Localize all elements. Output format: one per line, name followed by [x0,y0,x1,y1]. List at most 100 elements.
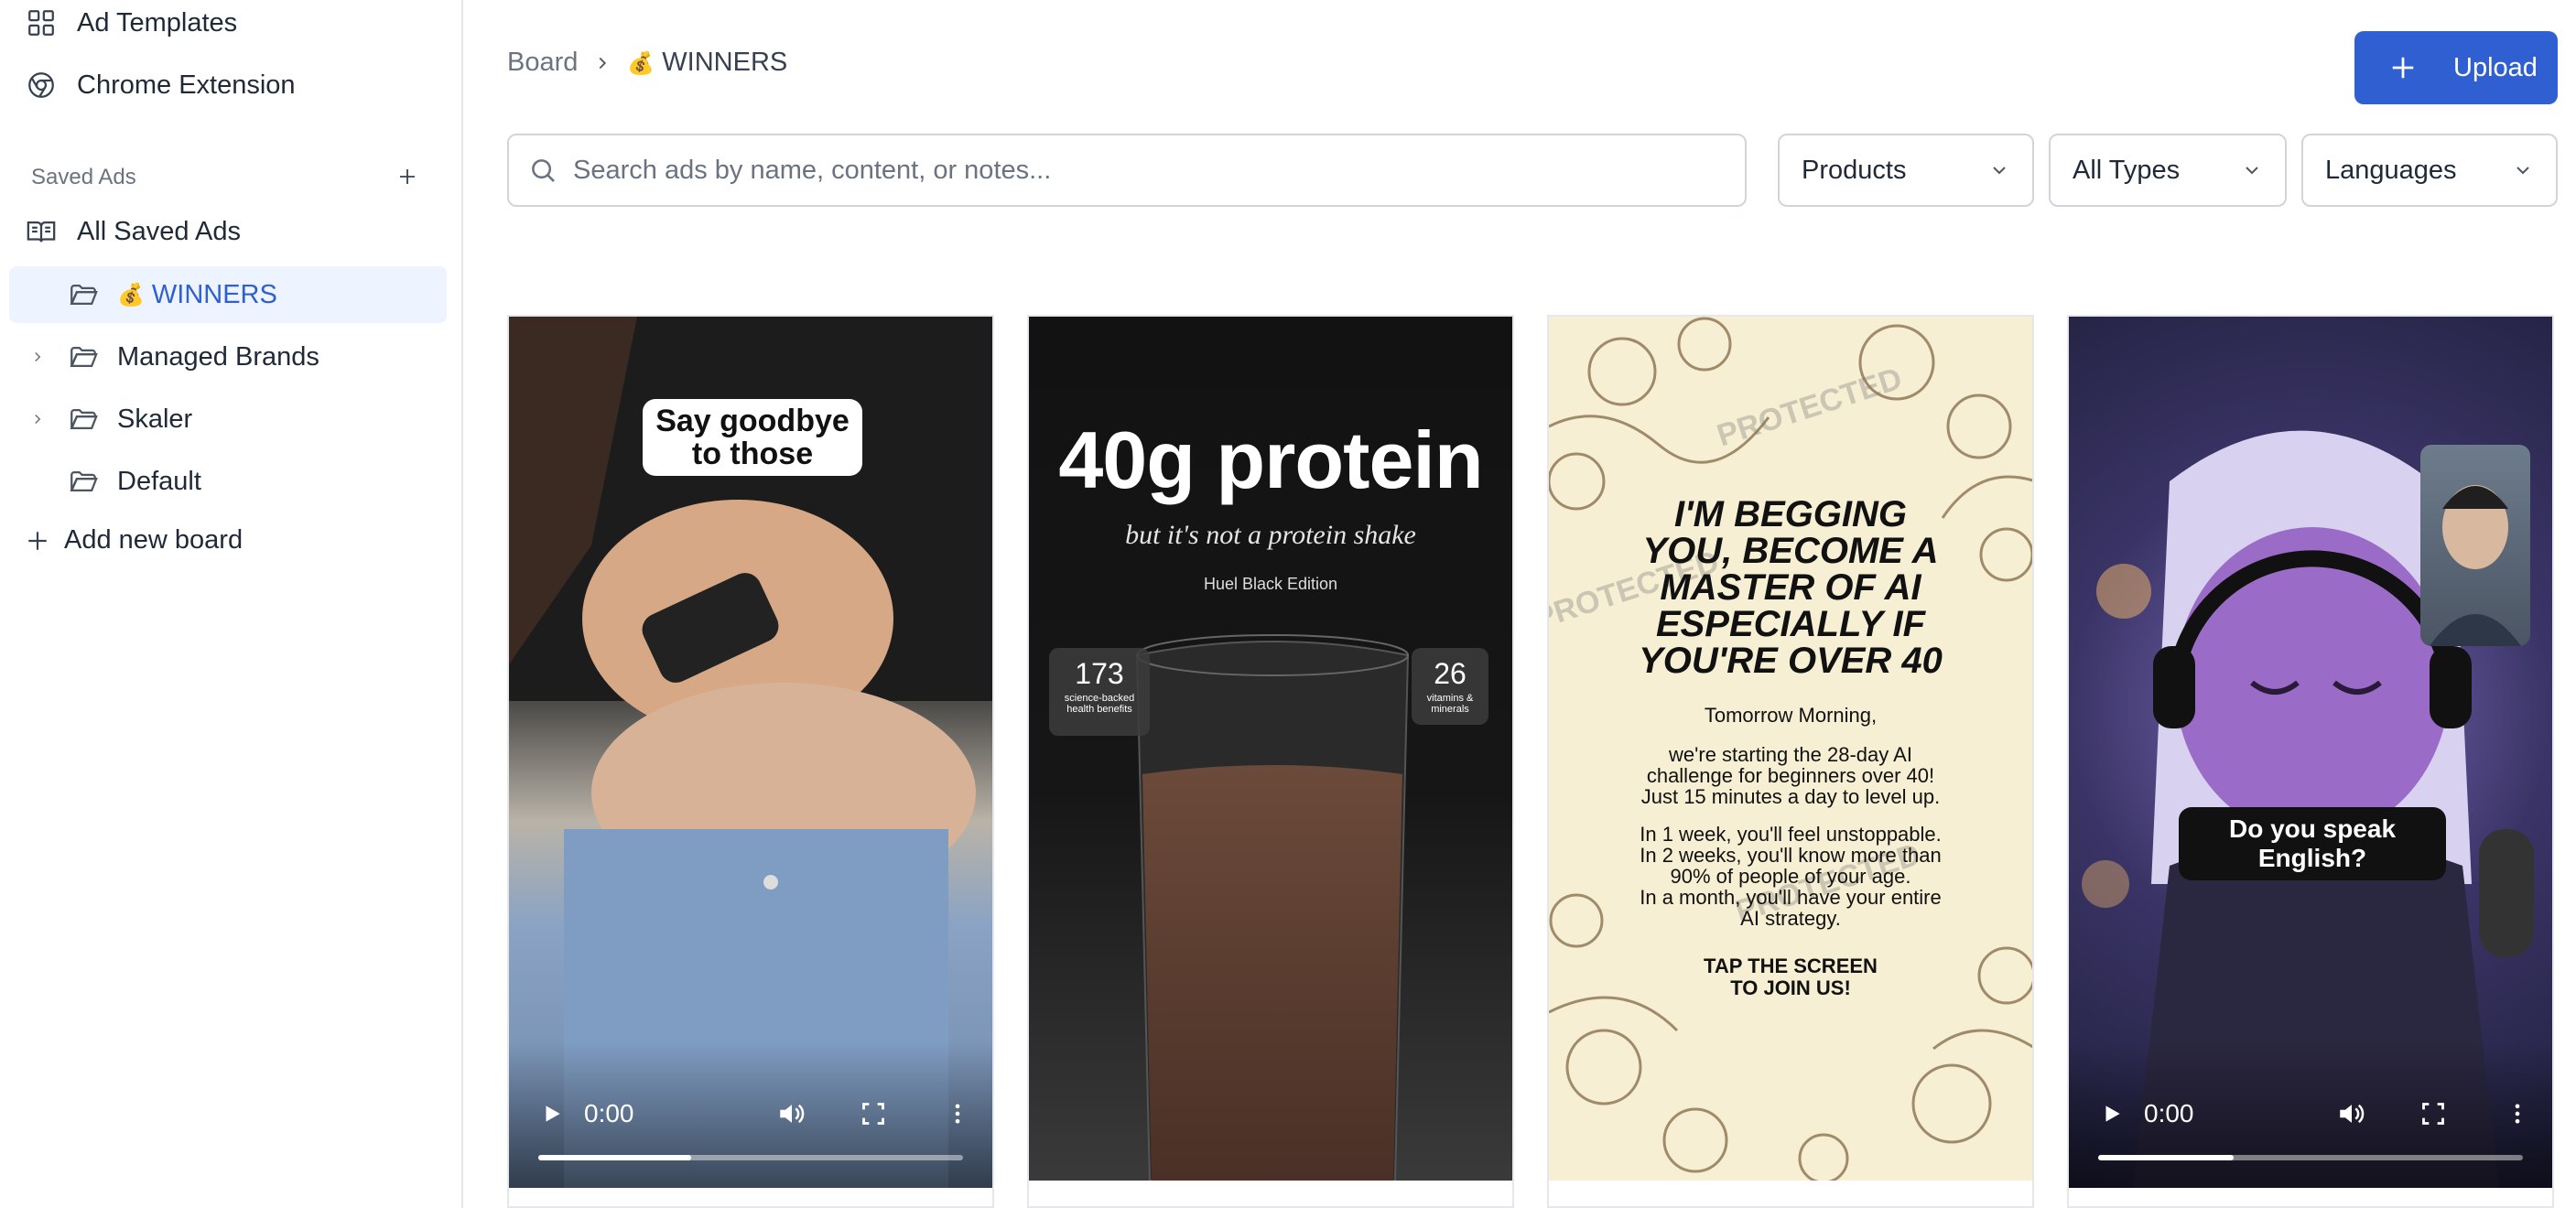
ad-body: Tomorrow Morning, we're starting the 28-… [1549,705,2032,929]
more-vertical-icon[interactable] [2505,1101,2530,1127]
headline-line: YOU'RE OVER 40 [1639,641,1943,681]
body-line: In 2 weeks, you'll know more than [1640,844,1942,867]
cta-line: TAP THE SCREEN [1704,955,1878,977]
ad-video[interactable]: Say goodbye to those 0:00 [509,317,992,1188]
types-dropdown-label: All Types [2073,155,2181,185]
video-progress-bar[interactable] [2098,1155,2523,1160]
chevron-down-icon [2516,167,2529,175]
book-open-icon [27,221,56,243]
products-dropdown-label: Products [1802,155,1907,185]
fullscreen-icon[interactable] [2420,1101,2446,1127]
breadcrumb-current: 💰 WINNERS [627,48,787,78]
sticker-line: to those [691,437,814,471]
plus-icon [2392,57,2414,79]
ad-card[interactable]: Say goodbye to those 0:00 [507,315,994,1208]
plus-icon [28,531,47,550]
stat-left-label: science-backed health benefits [1064,693,1135,715]
nav-chrome-extension-label: Chrome Extension [77,70,296,100]
money-bag-icon: 💰 [627,51,655,76]
chevron-right-icon [599,57,607,69]
volume-icon[interactable] [2336,1098,2367,1129]
video-time: 0:00 [2144,1099,2194,1127]
search-icon [532,159,555,182]
volume-icon[interactable] [776,1098,807,1129]
chrome-icon [28,72,54,98]
ad-image[interactable]: PROTECTED PROTECTED PROTECTED I'M BEGGIN… [1549,317,2032,1181]
body-line: 90% of people of your age. [1670,865,1911,888]
fullscreen-icon[interactable] [860,1101,886,1127]
headline-line: YOU, BECOME A [1642,531,1939,571]
main-content: Board 💰 WINNERS Upload Products All Types… [463,0,2576,1208]
add-saved-ads-icon[interactable] [392,161,423,192]
play-icon[interactable] [2100,1102,2124,1126]
body-line: Tomorrow Morning, [1704,704,1878,727]
video-time: 0:00 [584,1099,634,1127]
body-line: Just 15 minutes a day to level up. [1640,785,1941,808]
video-controls: 0:00 [2069,1041,2552,1188]
chevron-right-icon[interactable] [26,345,49,369]
board-default[interactable]: Default [9,453,201,510]
headline-line: ESPECIALLY IF [1655,604,1926,644]
video-caption: Do you speak English? [2179,807,2446,880]
board-winners[interactable]: 💰 WINNERS [9,266,447,323]
ad-headline: I'M BEGGING YOU, BECOME A MASTER OF AI E… [1549,496,2032,679]
video-controls: 0:00 [509,1041,992,1188]
video-progress-bar[interactable] [538,1155,963,1160]
languages-dropdown-label: Languages [2325,155,2457,185]
chevron-right-icon[interactable] [26,407,49,431]
video-sticker: Say goodbye to those [643,399,862,476]
grid-icon [28,10,54,36]
body-line: AI strategy. [1740,907,1841,930]
ad-image[interactable]: 40g protein but it's not a protein shake… [1029,317,1512,1181]
types-dropdown[interactable]: All Types [2049,134,2287,207]
nav-all-saved-ads-label: All Saved Ads [77,216,241,246]
body-line: challenge for beginners over 40! [1646,764,1935,787]
board-managed-brands[interactable]: Managed Brands [9,329,319,385]
breadcrumb-board[interactable]: Board [507,48,578,78]
body-line: In a month, you'll have your entire [1640,886,1942,909]
more-vertical-icon[interactable] [945,1101,970,1127]
folder-open-icon [70,470,98,492]
stat-right-label: vitamins & minerals [1426,693,1474,715]
stat-left-value: 173 [1075,657,1124,690]
saved-ads-label: Saved Ads [31,165,136,189]
ad-card[interactable]: 40g protein but it's not a protein shake… [1027,315,1514,1208]
body-line: we're starting the 28-day AI [1669,743,1912,766]
chevron-down-icon [2246,167,2258,175]
breadcrumb-current-label: WINNERS [662,48,788,77]
board-default-label: Default [117,466,201,496]
board-skaler[interactable]: Skaler [9,391,192,448]
ad-card[interactable]: Do you speak English? 0:00 [2067,315,2554,1208]
add-new-board-button[interactable]: Add new board [26,525,243,555]
upload-button[interactable]: Upload [2354,31,2558,104]
search-input[interactable] [571,154,1673,187]
money-bag-icon: 💰 [117,282,145,307]
nav-all-saved-ads[interactable]: All Saved Ads [26,216,241,247]
breadcrumb: Board 💰 WINNERS [507,48,787,78]
chevron-down-icon [1993,167,2006,175]
nav-chrome-extension[interactable]: Chrome Extension [26,70,296,101]
products-dropdown[interactable]: Products [1778,134,2034,207]
folder-open-icon [70,408,98,430]
add-new-board-label: Add new board [64,525,244,555]
ad-card[interactable]: PROTECTED PROTECTED PROTECTED I'M BEGGIN… [1547,315,2034,1208]
sidebar: Ad Templates Chrome Extension Saved Ads … [0,0,463,1208]
search-bar[interactable] [507,134,1747,207]
sticker-line: Say goodbye [655,404,850,438]
headline-line: I'M BEGGING [1674,494,1907,534]
cta-line: TO JOIN US! [1730,976,1851,999]
board-managed-brands-label: Managed Brands [117,341,319,372]
board-skaler-label: Skaler [117,404,193,434]
shake-glass-illustration [1135,634,1410,1181]
upload-label: Upload [2453,52,2538,82]
play-icon[interactable] [540,1102,564,1126]
stat-right: 26 vitamins & minerals [1412,648,1488,725]
nav-ad-templates[interactable]: Ad Templates [26,7,237,38]
stat-left: 173 science-backed health benefits [1049,648,1150,736]
ad-video[interactable]: Do you speak English? 0:00 [2069,317,2552,1188]
folder-open-icon [70,284,98,306]
languages-dropdown[interactable]: Languages [2301,134,2558,207]
nav-ad-templates-label: Ad Templates [77,7,238,38]
